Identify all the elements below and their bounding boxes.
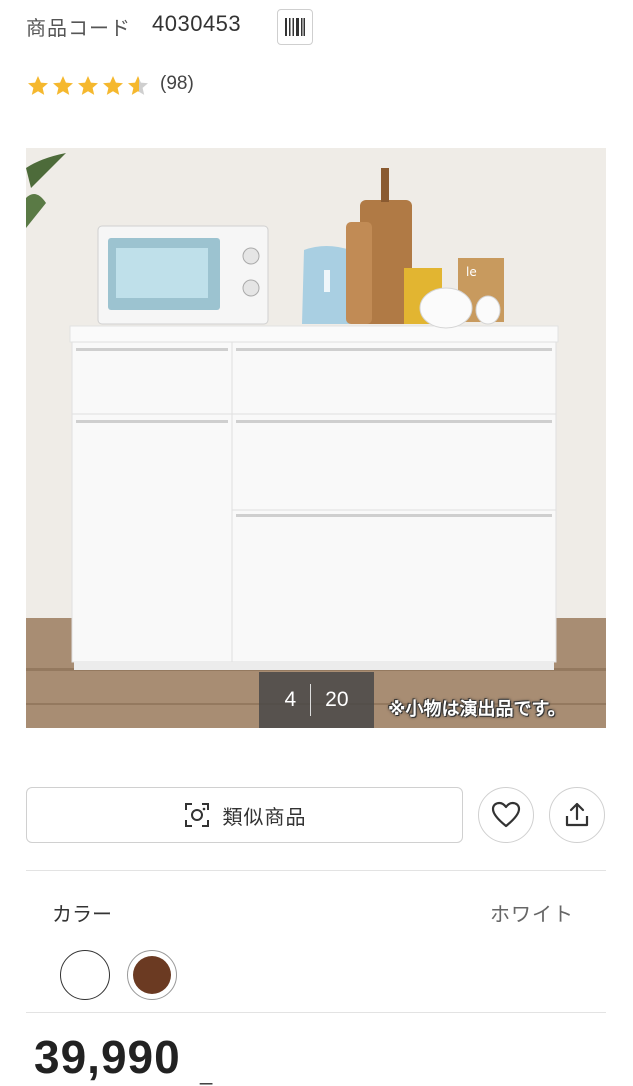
review-count-link[interactable]: (98)	[160, 73, 194, 95]
product-image[interactable]: le	[26, 148, 606, 728]
share-button[interactable]	[549, 787, 605, 843]
star-full-icon	[53, 76, 73, 95]
image-counter-total: 20	[325, 688, 349, 711]
camera-search-icon	[184, 803, 209, 827]
image-counter: 4 20	[259, 672, 374, 728]
similar-products-label: 類似商品	[222, 806, 307, 829]
color-swatch-brown[interactable]	[127, 950, 177, 1000]
similar-products-button[interactable]: 類似商品	[26, 787, 463, 843]
heart-icon	[491, 801, 521, 828]
star-full-icon	[28, 76, 48, 95]
product-code-value: 4030453	[152, 11, 242, 36]
product-price: 39,990	[34, 1031, 181, 1083]
price-suffix: _	[200, 1060, 213, 1085]
selected-color-name: ホワイト	[490, 904, 574, 926]
star-full-icon	[78, 76, 98, 95]
image-counter-current: 4	[284, 688, 297, 711]
svg-text:le: le	[466, 265, 477, 279]
rating-stars[interactable]	[26, 74, 150, 98]
color-section-title: カラー	[52, 904, 112, 926]
product-code-label: 商品コード	[26, 18, 131, 40]
image-caption: ※小物は演出品です。	[388, 699, 566, 719]
kitchen-cabinet-photo: le	[26, 148, 606, 728]
color-swatch-white[interactable]	[60, 950, 110, 1000]
section-divider	[26, 870, 606, 871]
image-counter-divider	[310, 684, 312, 716]
share-icon	[565, 802, 589, 827]
star-half-icon	[128, 76, 148, 95]
color-swatch-brown-fill	[133, 956, 171, 994]
favorite-button[interactable]	[478, 787, 534, 843]
barcode-icon	[285, 18, 305, 36]
section-divider	[26, 1012, 606, 1013]
barcode-button[interactable]	[277, 9, 313, 45]
star-full-icon	[103, 76, 123, 95]
